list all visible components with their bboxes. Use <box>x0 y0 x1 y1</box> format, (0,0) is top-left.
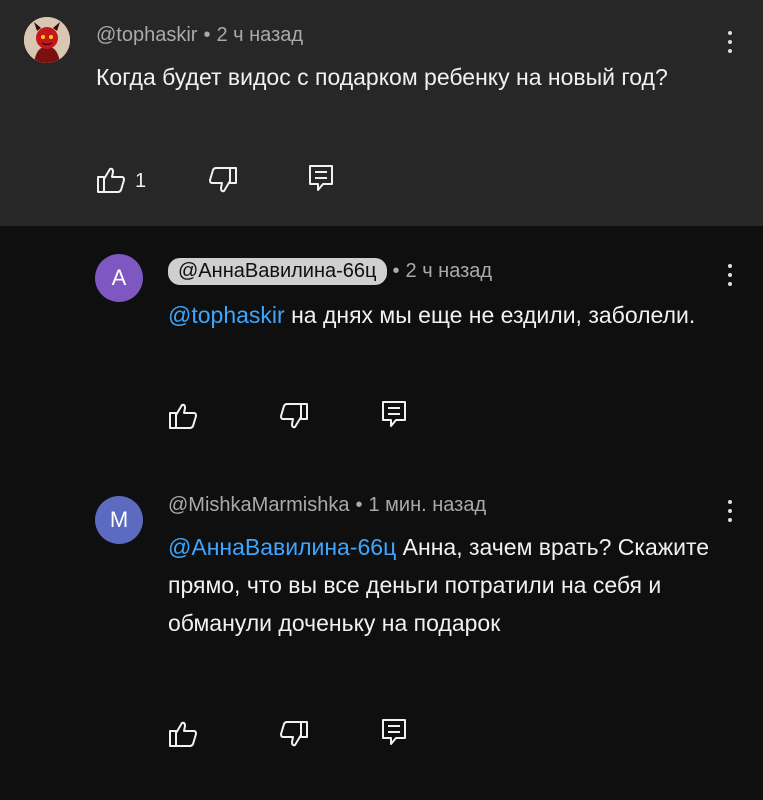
comment-3: M @MishkaMarmishka • 1 мин. назад @АннаВ… <box>0 476 763 800</box>
comment-text: Когда будет видос с подарком ребенку на … <box>96 64 668 90</box>
comment-body: на днях мы еще не ездили, заболели. <box>284 302 696 328</box>
timestamp[interactable]: 1 мин. назад <box>368 494 486 517</box>
dislike-icon[interactable] <box>279 720 309 748</box>
more-vert-icon[interactable] <box>728 500 734 522</box>
dislike-icon[interactable] <box>279 402 309 430</box>
timestamp[interactable]: 2 ч назад <box>406 260 493 283</box>
author-name[interactable]: @tophaskir <box>96 24 197 47</box>
avatar[interactable]: M <box>95 496 143 544</box>
author-name[interactable]: @АннаВавилина-66ц <box>168 258 387 285</box>
dislike-icon[interactable] <box>208 166 238 194</box>
author-name[interactable]: @MishkaMarmishka <box>168 494 349 517</box>
like-count: 1 <box>135 170 147 192</box>
comment-2: A @АннаВавилина-66ц • 2 ч назад @tophask… <box>0 226 763 476</box>
timestamp[interactable]: 2 ч назад <box>216 24 303 47</box>
avatar[interactable]: A <box>95 254 143 302</box>
like-icon[interactable] <box>96 166 126 194</box>
separator-dot: • <box>203 24 211 46</box>
more-vert-icon[interactable] <box>728 264 734 286</box>
devil-avatar-icon <box>24 17 70 63</box>
like-icon[interactable] <box>168 402 198 430</box>
avatar[interactable] <box>24 17 70 63</box>
like-icon[interactable] <box>168 720 198 748</box>
separator-dot: • <box>355 494 363 516</box>
reply-icon[interactable] <box>380 399 408 429</box>
comment-1: @tophaskir • 2 ч назад Когда будет видос… <box>0 0 763 226</box>
mention-link[interactable]: @tophaskir <box>168 302 285 328</box>
reply-icon[interactable] <box>380 717 408 747</box>
comment-meta: @tophaskir • 2 ч назад <box>96 24 303 47</box>
comment-text: @tophaskir на днях мы еще не ездили, заб… <box>168 296 728 334</box>
separator-dot: • <box>392 260 400 282</box>
comment-text: @АннаВавилина-66ц Анна, зачем врать? Ска… <box>168 528 728 642</box>
reply-icon[interactable] <box>307 163 335 193</box>
comment-meta: @MishkaMarmishka • 1 мин. назад <box>168 494 486 517</box>
mention-link[interactable]: @АннаВавилина-66ц <box>168 534 396 560</box>
more-vert-icon[interactable] <box>728 31 734 53</box>
comment-meta: @АннаВавилина-66ц • 2 ч назад <box>168 258 492 285</box>
